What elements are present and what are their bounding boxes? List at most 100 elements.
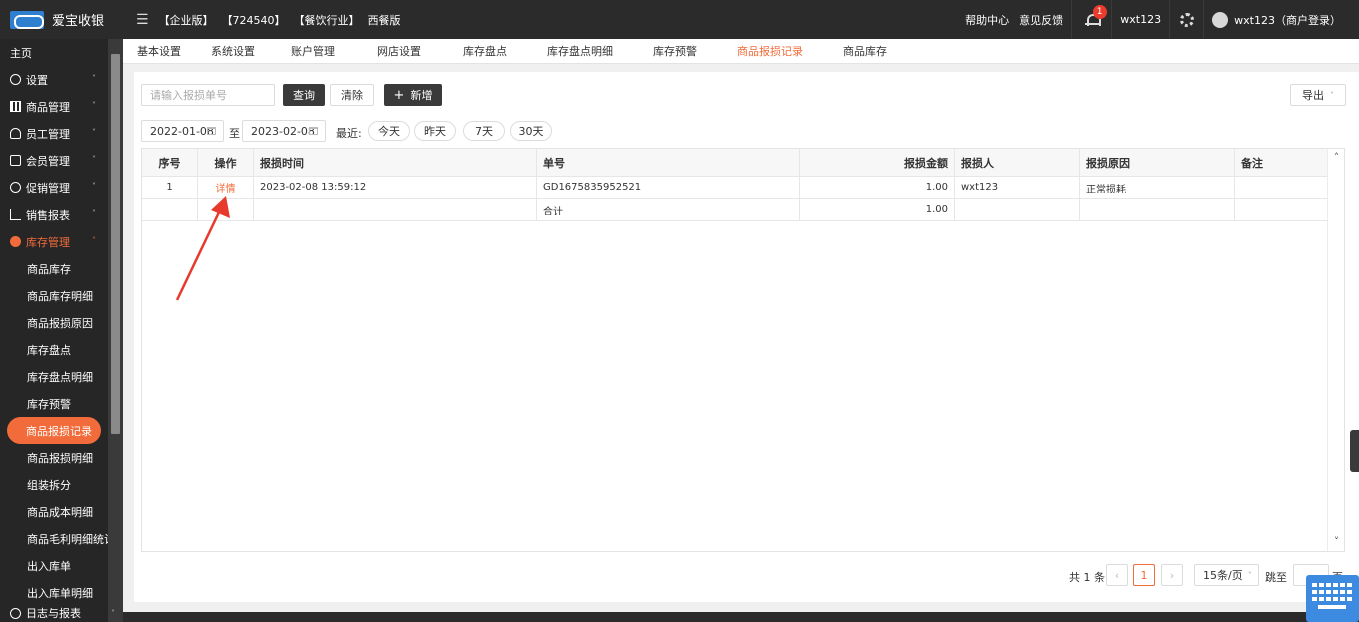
add-button[interactable]: + 新增 (384, 84, 442, 106)
feedback-link[interactable]: 意见反馈 (1017, 0, 1071, 39)
chevron-down-icon: ˅ (92, 209, 96, 218)
pie-chart-icon (10, 236, 21, 247)
export-label: 导出 (1302, 89, 1324, 102)
scroll-down-icon[interactable]: ˅ (111, 609, 120, 618)
table-scrollbar[interactable]: ˄ ˅ (1327, 149, 1344, 551)
start-date-value: 2022-01-08 (150, 124, 214, 138)
col-header-user[interactable]: 报损人 (955, 149, 1080, 177)
bottom-strip (123, 612, 1359, 622)
sidebar-item-sales-reports[interactable]: 销售报表 ˅ (0, 201, 108, 228)
col-header-time[interactable]: 报损时间 (254, 149, 537, 177)
col-header-no[interactable]: 单号 (537, 149, 800, 177)
quick-30days-button[interactable]: 30天 (510, 121, 552, 141)
quick-yesterday-button[interactable]: 昨天 (414, 121, 456, 141)
account-menu[interactable]: wxt123（商户登录） (1203, 0, 1359, 39)
tab-online-store[interactable]: 网店设置 (355, 39, 443, 64)
table-row[interactable]: 1 详情 2023-02-08 13:59:12 GD1675835952521… (142, 177, 1328, 199)
chevron-left-icon: ‹ (1114, 568, 1120, 582)
page-button-current[interactable]: 1 (1133, 564, 1155, 586)
sidebar-subitem[interactable]: 商品报损明细 (0, 444, 108, 471)
total-label: 合计 (537, 199, 800, 221)
col-header-amount[interactable]: 报损金额 (800, 149, 955, 177)
col-header-reason[interactable]: 报损原因 (1080, 149, 1235, 177)
table-total-row: 合计 1.00 (142, 199, 1328, 221)
sidebar-subitem[interactable]: 商品毛利明细统计 (0, 525, 108, 552)
sidebar-subitem[interactable]: 库存盘点明细 (0, 363, 108, 390)
tab-damage-records[interactable]: 商品报损记录 (717, 39, 823, 64)
tab-account[interactable]: 账户管理 (271, 39, 355, 64)
tab-stock-alert[interactable]: 库存预警 (633, 39, 717, 64)
prev-page-button[interactable]: ‹ (1106, 564, 1128, 586)
notification-badge: 1 (1092, 4, 1107, 19)
total-label-text: 合计 (543, 206, 563, 215)
sidebar-subitem[interactable]: 商品库存 (0, 255, 108, 282)
col-header-op: 操作 (198, 149, 254, 177)
cell-empty (254, 199, 537, 221)
sidebar-item-members[interactable]: 会员管理 ˅ (0, 147, 108, 174)
export-button[interactable]: 导出 ˅ (1290, 84, 1346, 106)
menu-toggle-icon[interactable]: ☰ (136, 12, 149, 28)
scroll-down-icon[interactable]: ˅ (1328, 535, 1345, 549)
gear-icon (1179, 12, 1194, 27)
keyboard-icon[interactable] (1306, 575, 1359, 622)
settings-button[interactable] (1169, 0, 1203, 39)
chevron-down-icon: ˅ (1247, 570, 1252, 580)
sidebar-subitem[interactable]: 组装拆分 (0, 471, 108, 498)
sidebar-subitem[interactable]: 出入库单 (0, 552, 108, 579)
sidebar-item-inventory[interactable]: 库存管理 ˄ (0, 228, 108, 255)
tab-basic-settings[interactable]: 基本设置 (123, 39, 195, 64)
edition-tags: 【企业版】 【724540】 【餐饮行业】 西餐版 (159, 12, 401, 28)
query-button[interactable]: 查询 (283, 84, 325, 106)
sidebar-item-logs[interactable]: 日志与报表 (0, 606, 108, 620)
user-menu[interactable]: wxt123 (1111, 0, 1169, 39)
version-tag: 西餐版 (367, 13, 401, 27)
help-center-link[interactable]: 帮助中心 (957, 0, 1017, 39)
app-logo[interactable]: 爱宝收银 (0, 10, 120, 29)
next-page-button[interactable]: › (1161, 564, 1183, 586)
sidebar-item-products[interactable]: 商品管理 ˅ (0, 93, 108, 120)
bell-icon: 1 (1084, 4, 1107, 27)
chevron-right-icon: › (1169, 568, 1175, 582)
sidebar-subitem[interactable]: 商品库存明细 (0, 282, 108, 309)
quick-7days-button[interactable]: 7天 (463, 121, 505, 141)
plus-icon: + (393, 87, 405, 103)
scroll-up-icon[interactable]: ˄ (1328, 151, 1345, 165)
sidebar-subitem[interactable]: 库存预警 (0, 390, 108, 417)
tab-product-stock[interactable]: 商品库存 (823, 39, 907, 64)
scrollbar-thumb[interactable] (111, 54, 120, 434)
cell-empty (1080, 199, 1235, 221)
col-header-note: 备注 (1235, 149, 1328, 177)
chevron-down-icon: ˅ (92, 101, 96, 110)
sidebar-subitem[interactable]: 商品报损原因 (0, 309, 108, 336)
check-circle-icon (10, 182, 21, 193)
annotation-arrow (175, 196, 230, 301)
edition-tag: 【企业版】 (158, 13, 214, 27)
sidebar-subitem[interactable]: 库存盘点 (0, 336, 108, 363)
sidebar-scrollbar[interactable]: ˅ (108, 39, 123, 622)
sidebar-item-staff[interactable]: 员工管理 ˅ (0, 120, 108, 147)
sidebar-item-label: 促销管理 (26, 181, 70, 195)
end-date-value: 2023-02-08 (251, 124, 315, 138)
sidebar-item-settings[interactable]: 设置 ˅ (0, 66, 108, 93)
tab-stocktake[interactable]: 库存盘点 (443, 39, 527, 64)
sidebar-subitem[interactable]: 出入库单明细 (0, 579, 108, 606)
sidebar-subitem-active[interactable]: 商品报损记录 (7, 417, 101, 444)
clear-button[interactable]: 清除 (330, 84, 374, 106)
tab-stocktake-detail[interactable]: 库存盘点明细 (527, 39, 633, 64)
end-date-input[interactable]: 2023-02-08 (242, 120, 326, 142)
page-size-select[interactable]: 15条/页 ˅ (1194, 564, 1259, 586)
total-amount: 1.00 (800, 199, 955, 221)
card-icon (10, 155, 21, 166)
cell-user: wxt123 (955, 177, 1080, 199)
sidebar-item-home[interactable]: 主页 (0, 39, 108, 66)
sidebar-item-promotions[interactable]: 促销管理 ˅ (0, 174, 108, 201)
chevron-up-icon: ˄ (92, 236, 96, 245)
start-date-input[interactable]: 2022-01-08 (141, 120, 224, 142)
notification-button[interactable]: 1 (1071, 0, 1111, 39)
side-drawer-handle[interactable] (1350, 430, 1359, 472)
tab-system-settings[interactable]: 系统设置 (195, 39, 271, 64)
chevron-down-icon: ˅ (92, 182, 96, 191)
search-input[interactable]: 请输入报损单号 (141, 84, 275, 106)
sidebar-subitem[interactable]: 商品成本明细 (0, 498, 108, 525)
quick-today-button[interactable]: 今天 (368, 121, 410, 141)
